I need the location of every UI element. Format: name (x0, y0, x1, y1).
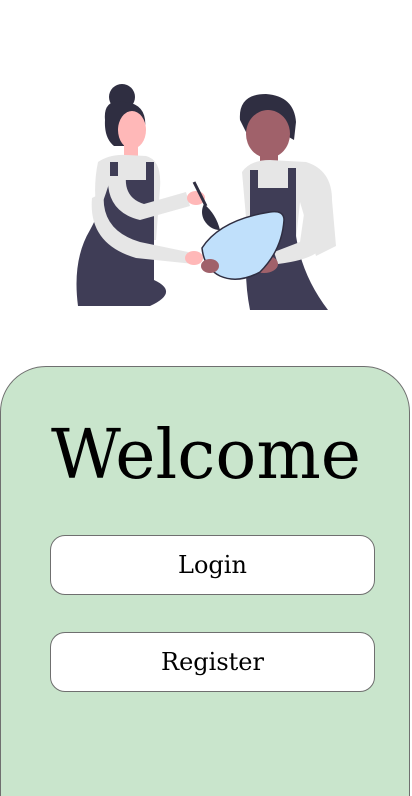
left-cook-bowl-hand (201, 259, 219, 273)
left-cook-face (118, 111, 146, 149)
register-button[interactable]: Register (50, 632, 375, 692)
two-cooks-mixing-bowl-illustration (76, 84, 336, 310)
welcome-title: Welcome (50, 416, 362, 495)
whisk-head (202, 204, 220, 230)
left-cook-neck (124, 144, 138, 156)
left-cook-lower-hand (185, 251, 203, 265)
login-button[interactable]: Login (50, 535, 375, 595)
welcome-screen: Welcome Login Register (0, 0, 412, 796)
auth-card: Welcome Login Register (0, 366, 410, 796)
